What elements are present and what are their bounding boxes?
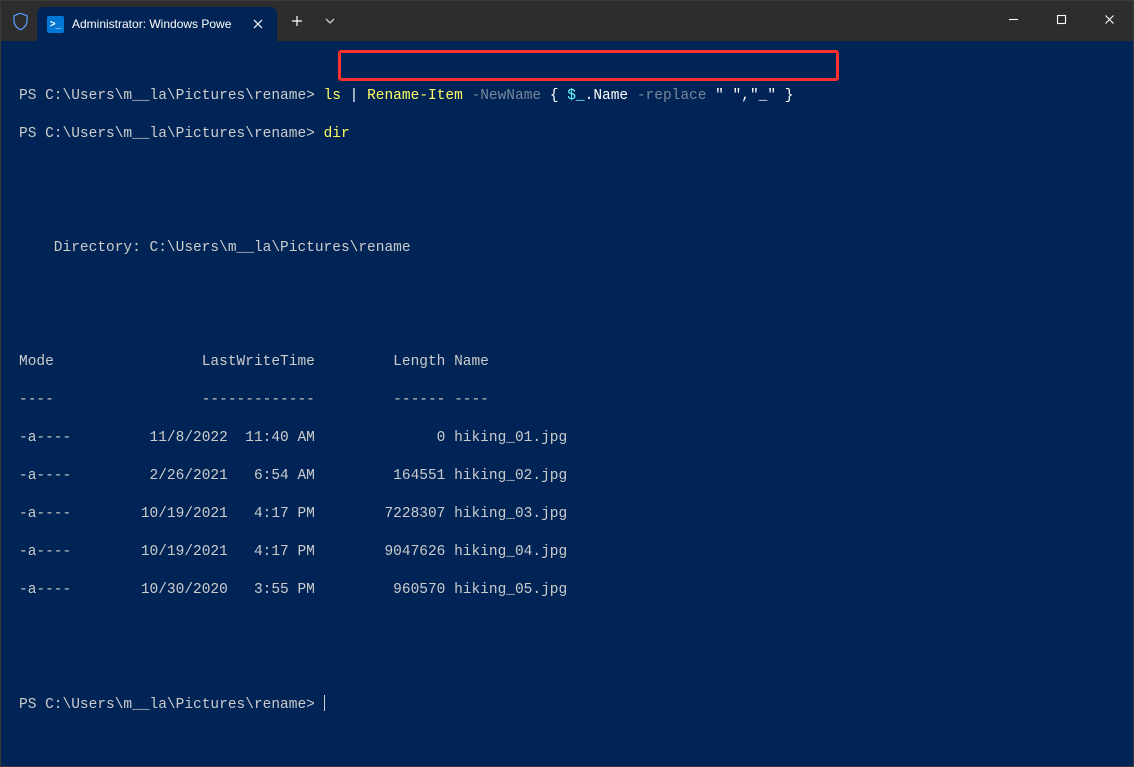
tab-close-button[interactable] [249, 15, 267, 33]
maximize-button[interactable] [1037, 1, 1085, 37]
prompt-line-2: PS C:\Users\m__la\Pictures\rename> dir [19, 125, 1115, 144]
table-row: -a---- 10/30/2020 3:55 PM 960570 hiking_… [19, 581, 1115, 600]
prompt-line-3: PS C:\Users\m__la\Pictures\rename> [19, 695, 1115, 715]
close-window-button[interactable] [1085, 1, 1133, 37]
powershell-icon: >_ [47, 16, 64, 33]
terminal-tab[interactable]: >_ Administrator: Windows Powe [37, 7, 277, 41]
blank-line [19, 619, 1115, 638]
new-tab-button[interactable] [279, 5, 315, 37]
tab-dropdown-button[interactable] [315, 5, 345, 37]
table-row: -a---- 11/8/2022 11:40 AM 0 hiking_01.jp… [19, 429, 1115, 448]
table-row: -a---- 10/19/2021 4:17 PM 7228307 hiking… [19, 505, 1115, 524]
cursor [324, 695, 326, 711]
blank-line [19, 277, 1115, 296]
table-header: Mode LastWriteTime Length Name [19, 353, 1115, 372]
tab-title: Administrator: Windows Powe [72, 17, 243, 31]
blank-line [19, 315, 1115, 334]
table-row: -a---- 10/19/2021 4:17 PM 9047626 hiking… [19, 543, 1115, 562]
admin-shield-icon [11, 12, 29, 30]
table-row: -a---- 2/26/2021 6:54 AM 164551 hiking_0… [19, 467, 1115, 486]
titlebar: >_ Administrator: Windows Powe [1, 1, 1133, 41]
prompt-line-1: PS C:\Users\m__la\Pictures\rename> ls | … [19, 87, 1115, 106]
blank-line [19, 201, 1115, 220]
directory-header: Directory: C:\Users\m__la\Pictures\renam… [19, 239, 1115, 258]
table-separator: ---- ------------- ------ ---- [19, 391, 1115, 410]
command-highlight-box [338, 50, 839, 81]
blank-line [19, 657, 1115, 676]
blank-line [19, 163, 1115, 182]
minimize-button[interactable] [989, 1, 1037, 37]
window-controls [989, 1, 1133, 37]
terminal-output[interactable]: PS C:\Users\m__la\Pictures\rename> ls | … [1, 41, 1133, 742]
